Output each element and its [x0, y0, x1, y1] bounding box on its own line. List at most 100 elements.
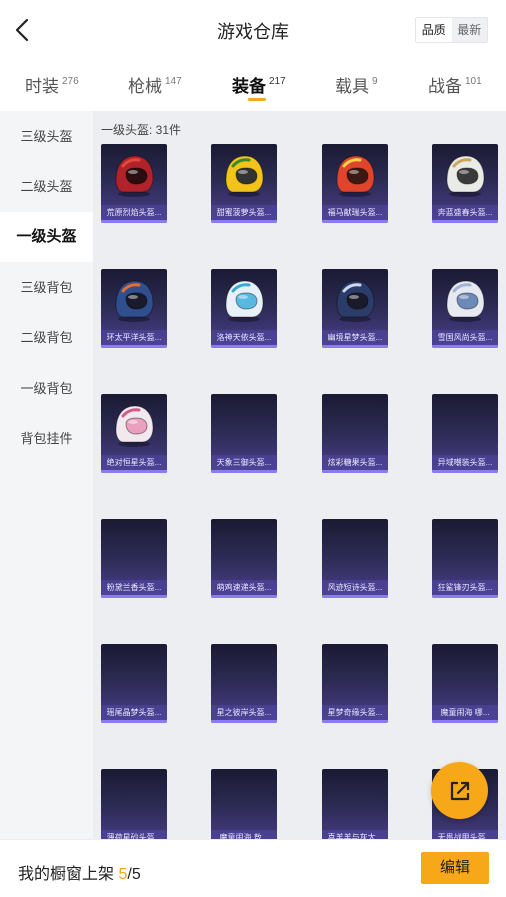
item-name: 甜蜜菠萝头盔...: [211, 205, 277, 220]
tab-weapons[interactable]: 枪械 147: [128, 72, 182, 97]
item-card[interactable]: 星之彼岸头盔...: [211, 644, 277, 723]
item-card[interactable]: 荒原烈焰头盔...: [101, 144, 167, 223]
helmet-icon: [446, 155, 485, 197]
sidebar-item-level2-backpack[interactable]: 二级背包: [0, 313, 93, 363]
helmet-icon: [225, 280, 264, 322]
item-name: 狂鲨锋刃头盔...: [432, 580, 498, 595]
item-name: 绝对恒星头盔...: [101, 455, 167, 470]
tab-label: 战备: [428, 77, 462, 96]
tab-label: 枪械: [128, 77, 162, 96]
shelf-total-count: 5: [131, 866, 141, 883]
item-name: 魔童闹海 哪...: [432, 705, 498, 720]
item-card[interactable]: 瑶尾晶梦头盔...: [101, 644, 167, 723]
item-card[interactable]: 福马献瑞头盔...: [322, 144, 388, 223]
category-tabs: 时装 276 枪械 147 装备 217 载具 9 战备 101: [0, 62, 506, 110]
sort-quality-button[interactable]: 品质: [416, 18, 452, 42]
rarity-bar: [322, 595, 388, 598]
item-name: 奔蓝盛春头盔...: [432, 205, 498, 220]
tab-supplies[interactable]: 战备 101: [428, 72, 482, 97]
item-card[interactable]: 星梦奇缘头盔...: [322, 644, 388, 723]
sidebar-item-backpack-charm[interactable]: 背包挂件: [0, 414, 93, 464]
helmet-icon: [336, 155, 375, 197]
rarity-bar: [322, 470, 388, 473]
rarity-bar: [101, 220, 167, 223]
helmet-icon: [115, 155, 154, 197]
item-card[interactable]: 环太平洋头盔...: [101, 269, 167, 348]
item-name: 星梦奇缘头盔...: [322, 705, 388, 720]
item-card[interactable]: 萌鸡速递头盔...: [211, 519, 277, 598]
item-card[interactable]: 绝对恒星头盔...: [101, 394, 167, 473]
tab-label: 时装: [25, 77, 59, 96]
item-name: 异域嘲装头盔...: [432, 455, 498, 470]
item-card[interactable]: 雪国风尚头盔...: [432, 269, 498, 348]
tab-count: 217: [269, 76, 286, 87]
showcase-label-text: 我的橱窗上架: [18, 866, 119, 883]
sidebar-item-level3-backpack[interactable]: 三级背包: [0, 263, 93, 313]
rarity-bar: [101, 345, 167, 348]
item-card[interactable]: 幽境星梦头盔...: [322, 269, 388, 348]
item-name: 粉黛兰香头盔...: [101, 580, 167, 595]
sidebar-item-level1-backpack[interactable]: 一级背包: [0, 364, 93, 414]
item-name: 魔童闹海 敖...: [211, 830, 277, 839]
item-card[interactable]: 魔童闹海 敖...: [211, 769, 277, 839]
rarity-bar: [211, 220, 277, 223]
item-grid: 一级头盔: 31件 荒原烈焰头盔... 甜蜜菠萝头盔... 福马献瑞头盔... 奔蓝盛…: [93, 111, 506, 839]
item-card[interactable]: 炫彩糖果头盔...: [322, 394, 388, 473]
rarity-bar: [211, 720, 277, 723]
tab-count: 101: [465, 76, 482, 87]
helmet-icon: [225, 155, 264, 197]
top-bar: 游戏仓库 品质 最新: [0, 0, 506, 60]
item-card[interactable]: 薄荷星砂头盔...: [101, 769, 167, 839]
item-name: 福马献瑞头盔...: [322, 205, 388, 220]
sidebar: 三级头盔 二级头盔 一级头盔 三级背包 二级背包 一级背包 背包挂件: [0, 111, 93, 839]
item-name: 风迹短诗头盔...: [322, 580, 388, 595]
rarity-bar: [432, 595, 498, 598]
item-card[interactable]: 甜蜜菠萝头盔...: [211, 144, 277, 223]
edit-button[interactable]: 编辑: [421, 852, 489, 884]
item-card[interactable]: 洛神天依头盔...: [211, 269, 277, 348]
sidebar-item-level3-helmet[interactable]: 三级头盔: [0, 112, 93, 162]
item-name: 炫彩糖果头盔...: [322, 455, 388, 470]
tab-label: 载具: [335, 77, 369, 96]
item-name: 幽境星梦头盔...: [322, 330, 388, 345]
item-card[interactable]: 喜羊羊与灰太...: [322, 769, 388, 839]
item-name: 天象三御头盔...: [211, 455, 277, 470]
rarity-bar: [432, 470, 498, 473]
rarity-bar: [322, 220, 388, 223]
share-button[interactable]: [431, 762, 488, 819]
item-name: 薄荷星砂头盔...: [101, 830, 167, 839]
item-name: 洛神天依头盔...: [211, 330, 277, 345]
item-name: 萌鸡速递头盔...: [211, 580, 277, 595]
rarity-bar: [432, 720, 498, 723]
tab-vehicles[interactable]: 载具 9: [335, 72, 378, 97]
item-card[interactable]: 风迹短诗头盔...: [322, 519, 388, 598]
sidebar-item-level2-helmet[interactable]: 二级头盔: [0, 162, 93, 212]
item-card[interactable]: 魔童闹海 哪...: [432, 644, 498, 723]
tab-fashion[interactable]: 时装 276: [25, 72, 79, 97]
rarity-bar: [322, 345, 388, 348]
tab-equipment[interactable]: 装备 217: [232, 72, 286, 97]
tab-count: 276: [62, 76, 79, 87]
item-name: 星之彼岸头盔...: [211, 705, 277, 720]
item-name: 无畏战甲头盔...: [432, 830, 498, 839]
item-name: 环太平洋头盔...: [101, 330, 167, 345]
rarity-bar: [432, 220, 498, 223]
rarity-bar: [211, 345, 277, 348]
rarity-bar: [101, 720, 167, 723]
item-card[interactable]: 狂鲨锋刃头盔...: [432, 519, 498, 598]
item-card[interactable]: 异域嘲装头盔...: [432, 394, 498, 473]
sort-newest-button[interactable]: 最新: [451, 18, 487, 42]
rarity-bar: [101, 595, 167, 598]
rarity-bar: [432, 345, 498, 348]
item-card[interactable]: 奔蓝盛春头盔...: [432, 144, 498, 223]
active-tab-indicator: [248, 98, 266, 101]
helmet-icon: [336, 280, 375, 322]
showcase-bar: 我的橱窗上架 5/5 编辑: [0, 839, 506, 897]
sidebar-item-level1-helmet[interactable]: 一级头盔: [0, 212, 93, 262]
item-card[interactable]: 天象三御头盔...: [211, 394, 277, 473]
tab-label: 装备: [232, 77, 266, 96]
sort-toggle: 品质 最新: [415, 17, 488, 43]
item-count: 一级头盔: 31件: [101, 123, 182, 137]
item-card[interactable]: 粉黛兰香头盔...: [101, 519, 167, 598]
rarity-bar: [211, 470, 277, 473]
